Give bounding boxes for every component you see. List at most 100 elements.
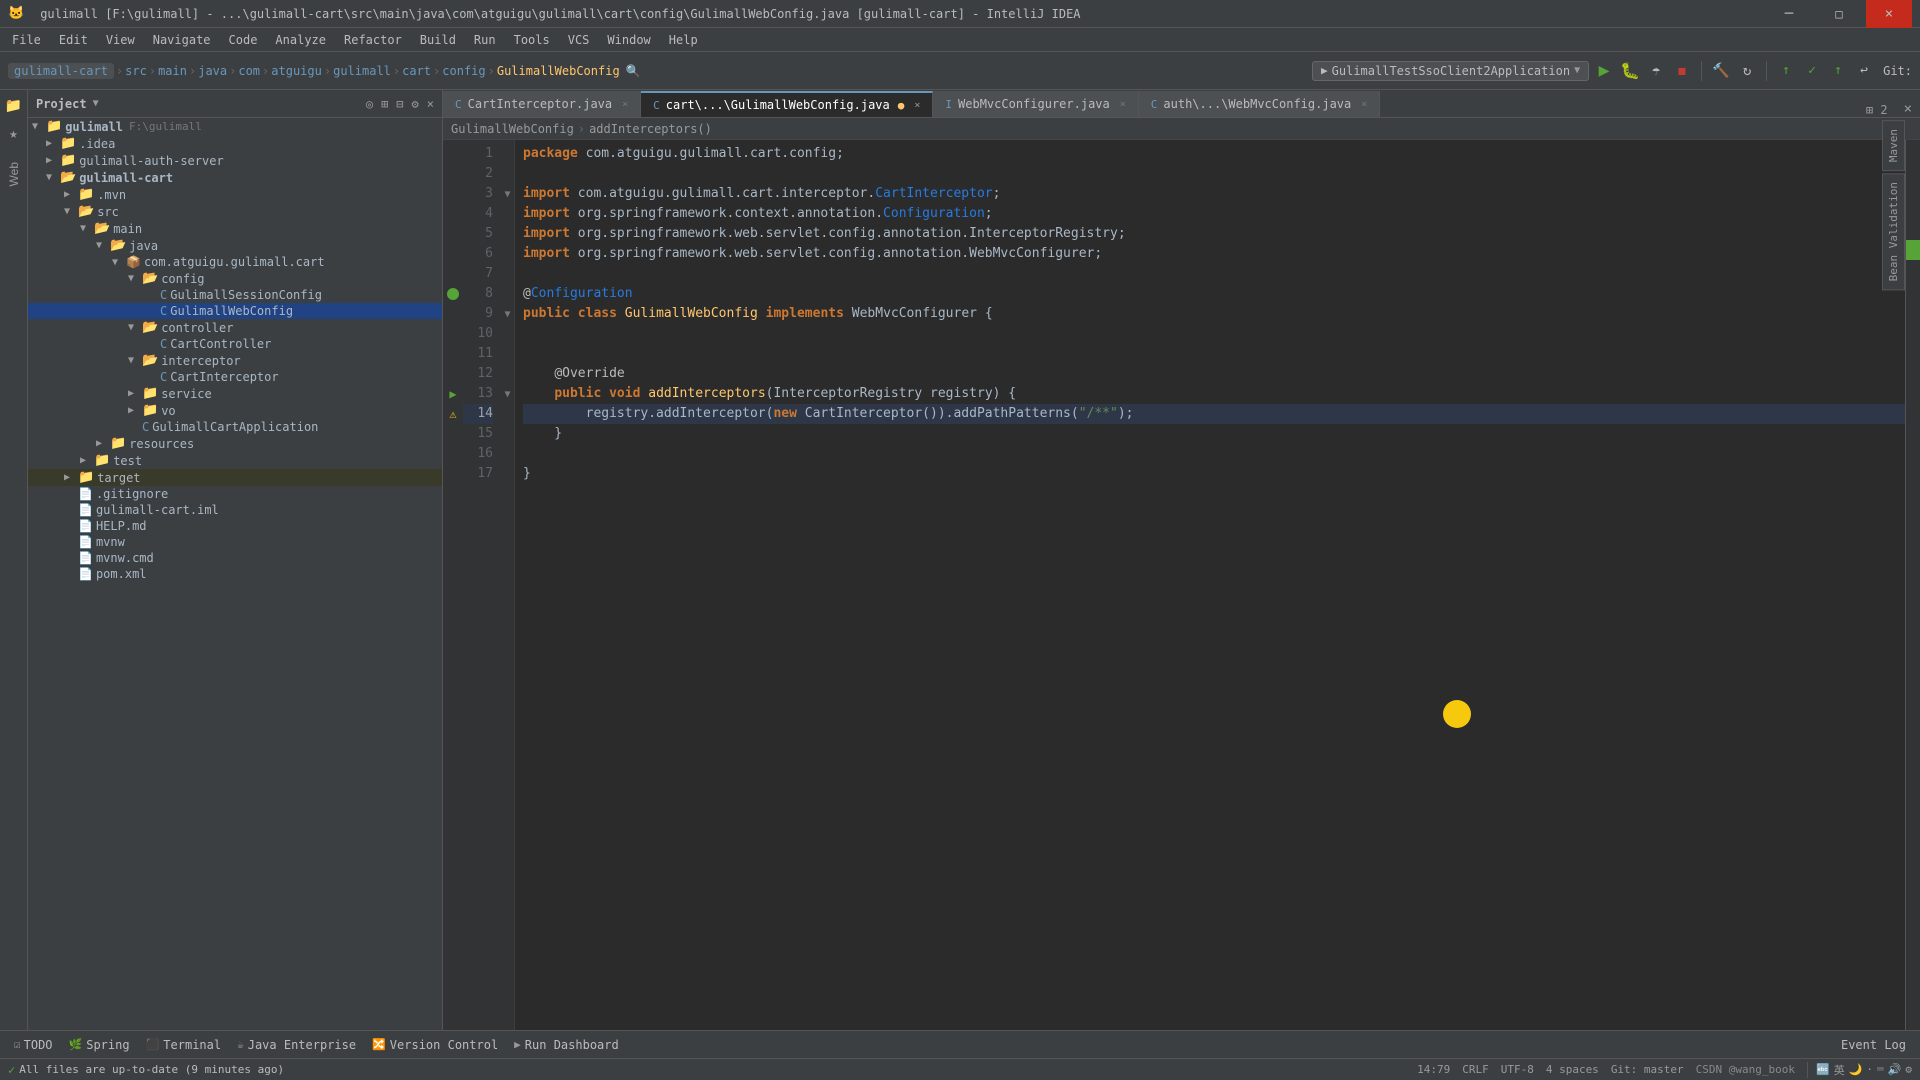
breadcrumb-cart[interactable]: cart bbox=[402, 64, 431, 78]
configuration-gutter-icon[interactable] bbox=[447, 288, 459, 300]
tab-web-mvc-configurer[interactable]: I WebMvcConfigurer.java × bbox=[933, 91, 1138, 117]
breadcrumb-module[interactable]: gulimall-cart bbox=[8, 63, 114, 79]
bottom-tab-java-enterprise[interactable]: ☕ Java Enterprise bbox=[231, 1034, 362, 1056]
tree-item-package[interactable]: ▼ 📦 com.atguigu.gulimall.cart bbox=[28, 254, 442, 270]
status-indent[interactable]: 4 spaces bbox=[1546, 1063, 1599, 1076]
tab-cart-interceptor[interactable]: C CartInterceptor.java × bbox=[443, 91, 641, 117]
maven-tab[interactable]: Maven bbox=[1882, 120, 1905, 171]
status-git[interactable]: Git: master bbox=[1611, 1063, 1684, 1076]
tree-item-mvn[interactable]: ▶ 📁 .mvn bbox=[28, 186, 442, 203]
run-gutter-icon[interactable]: ▶ bbox=[449, 387, 456, 401]
menu-file[interactable]: File bbox=[4, 31, 49, 49]
minimize-button[interactable]: ─ bbox=[1766, 0, 1812, 28]
search-icon[interactable]: 🔍 bbox=[626, 64, 641, 78]
warning-gutter-icon[interactable]: ⚠ bbox=[449, 407, 456, 421]
git-update-icon[interactable]: ↑ bbox=[1775, 60, 1797, 82]
tab-auth-web-mvc-config[interactable]: C auth\...\WebMvcConfig.java × bbox=[1139, 91, 1381, 117]
stop-button[interactable]: ◼ bbox=[1671, 60, 1693, 82]
breadcrumb-config[interactable]: config bbox=[442, 64, 485, 78]
tree-item-java[interactable]: ▼ 📂 java bbox=[28, 237, 442, 254]
tree-item-cart[interactable]: ▼ 📂 gulimall-cart bbox=[28, 169, 442, 186]
breadcrumb-file[interactable]: GulimallWebConfig bbox=[497, 64, 620, 78]
panel-expand-icon[interactable]: ⊞ bbox=[381, 97, 388, 111]
menu-view[interactable]: View bbox=[98, 31, 143, 49]
breadcrumb-atguigu[interactable]: atguigu bbox=[271, 64, 322, 78]
tree-item-web-config[interactable]: C GulimallWebConfig bbox=[28, 303, 442, 319]
tree-item-cart-app[interactable]: C GulimallCartApplication bbox=[28, 419, 442, 435]
bottom-tab-spring[interactable]: 🌿 Spring bbox=[63, 1034, 136, 1056]
close-button[interactable]: × bbox=[1866, 0, 1912, 28]
run-with-coverage[interactable]: ☂ bbox=[1645, 60, 1667, 82]
tree-item-controller[interactable]: ▼ 📂 controller bbox=[28, 319, 442, 336]
git-revert-icon[interactable]: ↩ bbox=[1853, 60, 1875, 82]
bottom-tab-todo[interactable]: ☑ TODO bbox=[8, 1034, 59, 1056]
project-view-icon[interactable]: 📁 bbox=[5, 98, 22, 114]
status-encoding[interactable]: UTF-8 bbox=[1501, 1063, 1534, 1076]
menu-vcs[interactable]: VCS bbox=[560, 31, 598, 49]
tree-item-main[interactable]: ▼ 📂 main bbox=[28, 220, 442, 237]
close-tab-auth-config[interactable]: × bbox=[1361, 99, 1367, 110]
tab-gulimall-web-config[interactable]: C cart\...\GulimallWebConfig.java ● × bbox=[641, 91, 933, 117]
menu-run[interactable]: Run bbox=[466, 31, 504, 49]
input-method-icon[interactable]: 🔤 bbox=[1816, 1063, 1830, 1076]
maximize-button[interactable]: □ bbox=[1816, 0, 1862, 28]
breadcrumb-src[interactable]: src bbox=[125, 64, 147, 78]
menu-code[interactable]: Code bbox=[221, 31, 266, 49]
fold-icon-3[interactable]: ▼ bbox=[504, 189, 510, 200]
bottom-tab-terminal[interactable]: ⬛ Terminal bbox=[140, 1034, 228, 1056]
menu-analyze[interactable]: Analyze bbox=[267, 31, 334, 49]
tree-item-auth-server[interactable]: ▶ 📁 gulimall-auth-server bbox=[28, 152, 442, 169]
fold-icon-13[interactable]: ▼ bbox=[504, 389, 510, 400]
status-crlf[interactable]: CRLF bbox=[1462, 1063, 1489, 1076]
close-tab-web-config[interactable]: × bbox=[914, 100, 920, 111]
tree-item-vo[interactable]: ▶ 📁 vo bbox=[28, 402, 442, 419]
bottom-tab-event-log[interactable]: Event Log bbox=[1835, 1034, 1912, 1056]
tree-item-help[interactable]: 📄 HELP.md bbox=[28, 518, 442, 534]
favorites-icon[interactable]: ★ bbox=[9, 126, 17, 142]
panel-close-icon[interactable]: × bbox=[427, 97, 434, 111]
status-position[interactable]: 14:79 bbox=[1417, 1063, 1450, 1076]
breadcrumb-main[interactable]: main bbox=[158, 64, 187, 78]
ed-bread-class[interactable]: GulimallWebConfig bbox=[451, 122, 574, 136]
tree-item-iml[interactable]: 📄 gulimall-cart.iml bbox=[28, 502, 442, 518]
tree-item-cart-controller[interactable]: C CartController bbox=[28, 336, 442, 352]
tree-item-interceptor[interactable]: ▼ 📂 interceptor bbox=[28, 352, 442, 369]
git-push-icon[interactable]: ↑ bbox=[1827, 60, 1849, 82]
tree-item-idea[interactable]: ▶ 📁 .idea bbox=[28, 135, 442, 152]
menu-tools[interactable]: Tools bbox=[506, 31, 558, 49]
run-button[interactable]: ▶ bbox=[1593, 60, 1615, 82]
moon-icon[interactable]: 🌙 bbox=[1849, 1063, 1863, 1076]
debug-button[interactable]: 🐛 bbox=[1619, 60, 1641, 82]
menu-navigate[interactable]: Navigate bbox=[145, 31, 219, 49]
settings-tray-icon[interactable]: ⚙ bbox=[1905, 1063, 1912, 1076]
web-icon[interactable]: Web bbox=[7, 162, 21, 186]
keyboard-icon[interactable]: 英 bbox=[1834, 1062, 1845, 1078]
tree-item-resources[interactable]: ▶ 📁 resources bbox=[28, 435, 442, 452]
bean-validation-tab[interactable]: Bean Validation bbox=[1882, 173, 1905, 290]
build-icon[interactable]: 🔨 bbox=[1710, 60, 1732, 82]
menu-help[interactable]: Help bbox=[661, 31, 706, 49]
ed-bread-method[interactable]: addInterceptors() bbox=[589, 122, 712, 136]
tree-item-service[interactable]: ▶ 📁 service bbox=[28, 385, 442, 402]
tree-item-target[interactable]: ▶ 📁 target bbox=[28, 469, 442, 486]
tab-split-icon[interactable]: ⊞ 2 bbox=[1858, 103, 1896, 117]
bottom-tab-version-control[interactable]: 🔀 Version Control bbox=[366, 1034, 504, 1056]
tree-item-src[interactable]: ▼ 📂 src bbox=[28, 203, 442, 220]
panel-collapse-icon[interactable]: ⊟ bbox=[396, 97, 403, 111]
menu-edit[interactable]: Edit bbox=[51, 31, 96, 49]
tree-item-mvnw-cmd[interactable]: 📄 mvnw.cmd bbox=[28, 550, 442, 566]
tree-item-test[interactable]: ▶ 📁 test bbox=[28, 452, 442, 469]
sound-icon[interactable]: 🔊 bbox=[1888, 1063, 1902, 1076]
panel-locate-icon[interactable]: ◎ bbox=[366, 97, 373, 111]
tree-item-config[interactable]: ▼ 📂 config bbox=[28, 270, 442, 287]
breadcrumb-java[interactable]: java bbox=[198, 64, 227, 78]
keyboard-layout-icon[interactable]: ⌨ bbox=[1877, 1063, 1884, 1076]
bottom-tab-run-dashboard[interactable]: ▶ Run Dashboard bbox=[508, 1034, 625, 1056]
tree-item-pom[interactable]: 📄 pom.xml bbox=[28, 566, 442, 582]
close-tab-cart-interceptor[interactable]: × bbox=[622, 99, 628, 110]
tree-item-gulimall[interactable]: ▼ 📁 gulimall F:\gulimall bbox=[28, 118, 442, 135]
menu-build[interactable]: Build bbox=[412, 31, 464, 49]
tree-item-cart-interceptor[interactable]: C CartInterceptor bbox=[28, 369, 442, 385]
sync-icon[interactable]: ↻ bbox=[1736, 60, 1758, 82]
menu-refactor[interactable]: Refactor bbox=[336, 31, 410, 49]
